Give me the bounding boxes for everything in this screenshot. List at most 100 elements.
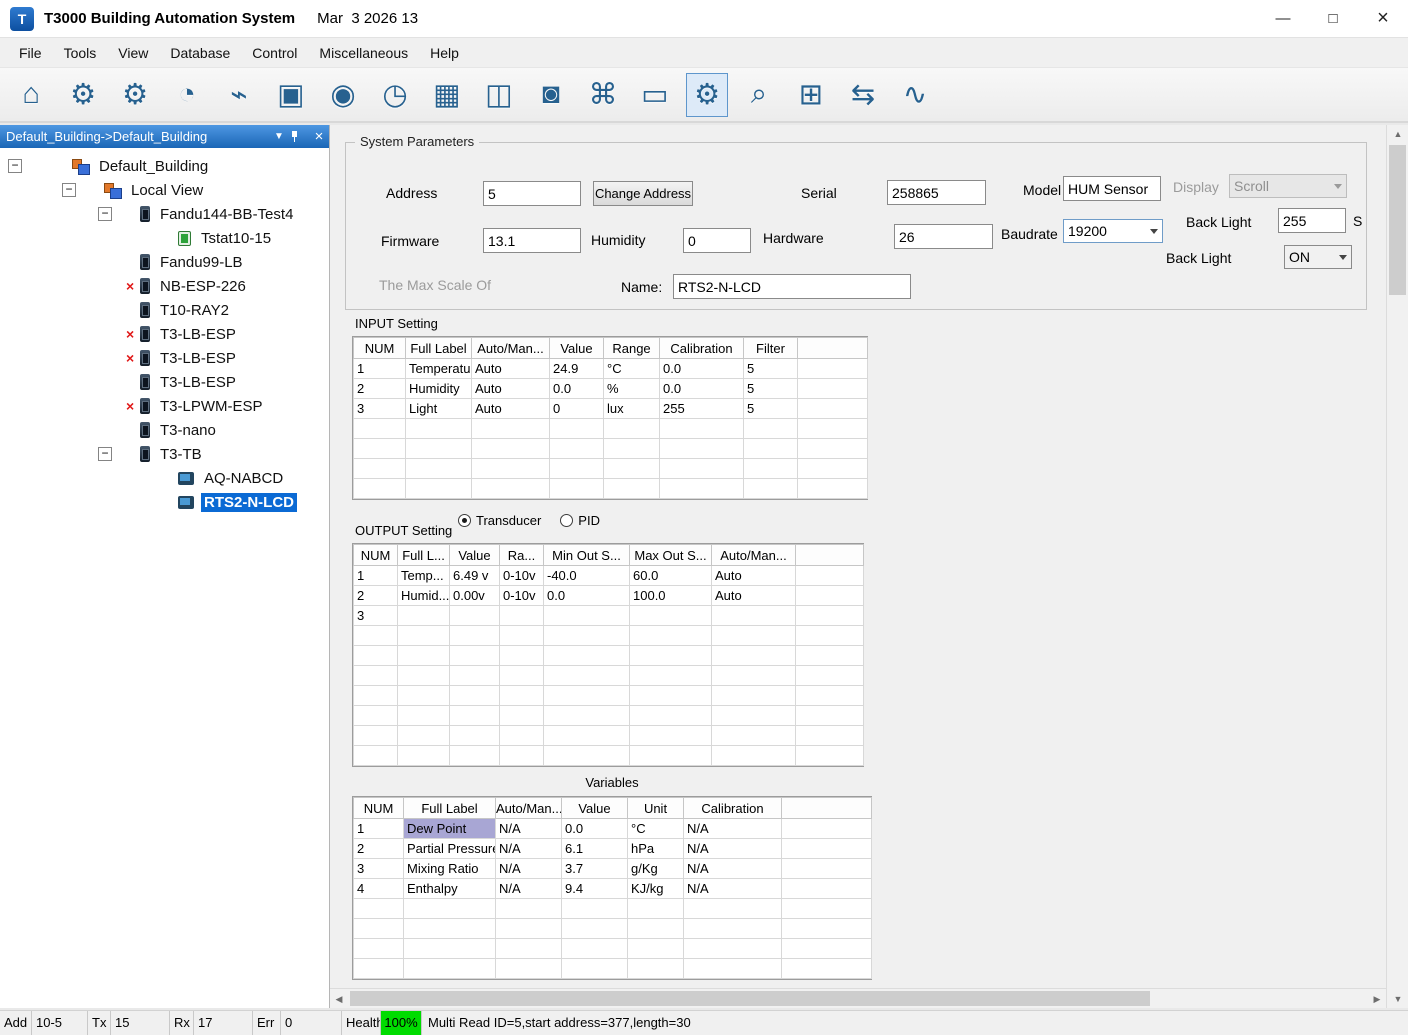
table-cell[interactable] bbox=[660, 459, 744, 479]
table-cell[interactable] bbox=[798, 379, 868, 399]
tree-item-device[interactable]: T3-nano bbox=[0, 418, 329, 442]
clock-icon[interactable]: ◷ bbox=[374, 73, 416, 117]
table-cell[interactable] bbox=[472, 459, 550, 479]
tree-item-subdevice[interactable]: AQ-NABCD bbox=[0, 466, 329, 490]
table-cell[interactable]: g/Kg bbox=[628, 859, 684, 879]
table-cell[interactable] bbox=[550, 479, 604, 499]
table-cell[interactable]: 0 bbox=[550, 399, 604, 419]
table-cell[interactable] bbox=[500, 706, 544, 726]
table-cell[interactable]: 1 bbox=[354, 359, 406, 379]
table-cell[interactable] bbox=[630, 646, 712, 666]
menu-help[interactable]: Help bbox=[419, 38, 470, 68]
column-header[interactable]: Full Label bbox=[404, 798, 496, 819]
column-header[interactable]: Value bbox=[562, 798, 628, 819]
table-cell[interactable] bbox=[472, 419, 550, 439]
address-input[interactable] bbox=[483, 181, 581, 206]
table-cell[interactable]: Enthalpy bbox=[404, 879, 496, 899]
io-module-icon[interactable]: ▣ bbox=[270, 73, 312, 117]
backlight-input[interactable] bbox=[1278, 208, 1346, 233]
table-cell[interactable]: 2 bbox=[354, 839, 404, 859]
table-cell[interactable] bbox=[398, 706, 450, 726]
menu-control[interactable]: Control bbox=[241, 38, 308, 68]
transducer-radio[interactable] bbox=[458, 514, 471, 527]
table-cell[interactable] bbox=[628, 939, 684, 959]
table-cell[interactable] bbox=[354, 439, 406, 459]
table-cell[interactable] bbox=[796, 726, 864, 746]
table-cell[interactable]: Auto bbox=[712, 566, 796, 586]
table-cell[interactable] bbox=[398, 626, 450, 646]
table-cell[interactable] bbox=[496, 919, 562, 939]
table-cell[interactable]: °C bbox=[628, 819, 684, 839]
table-cell[interactable] bbox=[796, 606, 864, 626]
table-cell[interactable]: N/A bbox=[496, 879, 562, 899]
table-cell[interactable]: 5 bbox=[744, 359, 798, 379]
column-header[interactable]: Range bbox=[604, 338, 660, 359]
config-gear-icon[interactable]: ⚙ bbox=[686, 73, 728, 117]
table-cell[interactable] bbox=[798, 399, 868, 419]
schedule-icon[interactable]: ▦ bbox=[426, 73, 468, 117]
table-cell[interactable] bbox=[354, 459, 406, 479]
tree-item-subdevice-selected[interactable]: RTS2-N-LCD bbox=[0, 490, 329, 514]
minimize-button[interactable]: — bbox=[1258, 0, 1308, 38]
table-cell[interactable] bbox=[500, 686, 544, 706]
lens-icon[interactable]: ◉ bbox=[322, 73, 364, 117]
pid-radio[interactable] bbox=[560, 514, 573, 527]
table-cell[interactable] bbox=[398, 726, 450, 746]
table-cell[interactable] bbox=[544, 686, 630, 706]
table-cell[interactable]: 0.0 bbox=[660, 359, 744, 379]
table-cell[interactable] bbox=[354, 646, 398, 666]
table-cell[interactable] bbox=[712, 606, 796, 626]
table-cell[interactable]: 24.9 bbox=[550, 359, 604, 379]
table-cell[interactable]: Temperature bbox=[406, 359, 472, 379]
table-cell[interactable] bbox=[712, 666, 796, 686]
menu-miscellaneous[interactable]: Miscellaneous bbox=[308, 38, 419, 68]
menu-view[interactable]: View bbox=[107, 38, 159, 68]
table-cell[interactable]: 2 bbox=[354, 586, 398, 606]
table-cell[interactable] bbox=[684, 919, 782, 939]
tree-item-device[interactable]: × T3-LB-ESP bbox=[0, 322, 329, 346]
table-cell[interactable] bbox=[796, 566, 864, 586]
table-cell[interactable] bbox=[782, 919, 872, 939]
table-cell[interactable]: 0-10v bbox=[500, 586, 544, 606]
table-cell[interactable] bbox=[796, 586, 864, 606]
table-cell[interactable]: 5 bbox=[744, 399, 798, 419]
column-header[interactable] bbox=[796, 545, 864, 566]
table-cell[interactable]: N/A bbox=[684, 839, 782, 859]
search-icon[interactable]: ⌕ bbox=[738, 73, 780, 117]
table-cell[interactable] bbox=[544, 706, 630, 726]
table-cell[interactable] bbox=[544, 606, 630, 626]
table-cell[interactable] bbox=[782, 939, 872, 959]
menu-file[interactable]: File bbox=[8, 38, 53, 68]
table-cell[interactable] bbox=[500, 626, 544, 646]
horizontal-scrollbar[interactable]: ◀ ▶ bbox=[330, 988, 1386, 1008]
table-cell[interactable] bbox=[796, 746, 864, 766]
table-cell[interactable] bbox=[798, 359, 868, 379]
table-cell[interactable] bbox=[684, 899, 782, 919]
column-header[interactable]: Value bbox=[550, 338, 604, 359]
table-cell[interactable] bbox=[782, 819, 872, 839]
table-cell[interactable]: N/A bbox=[496, 859, 562, 879]
table-cell[interactable] bbox=[796, 626, 864, 646]
table-cell[interactable]: 5 bbox=[744, 379, 798, 399]
table-cell[interactable] bbox=[712, 706, 796, 726]
table-cell[interactable] bbox=[404, 959, 496, 979]
table-cell[interactable] bbox=[544, 666, 630, 686]
column-header[interactable]: Calibration bbox=[660, 338, 744, 359]
table-cell[interactable] bbox=[798, 439, 868, 459]
vertical-scroll-thumb[interactable] bbox=[1389, 145, 1406, 295]
table-cell[interactable] bbox=[562, 899, 628, 919]
table-cell[interactable]: Partial Pressure bbox=[404, 839, 496, 859]
horizontal-scroll-thumb[interactable] bbox=[350, 991, 1150, 1006]
alarm-icon[interactable]: ◙ bbox=[530, 73, 572, 117]
tree-item-default-building[interactable]: − Default_Building bbox=[0, 154, 329, 178]
close-panel-icon[interactable]: × bbox=[309, 128, 329, 145]
table-cell[interactable] bbox=[628, 919, 684, 939]
column-header[interactable]: Auto/Man... bbox=[472, 338, 550, 359]
table-cell[interactable] bbox=[472, 479, 550, 499]
system-gear-icon[interactable]: ⚙ bbox=[114, 73, 156, 117]
table-cell[interactable] bbox=[744, 419, 798, 439]
plug-icon[interactable]: ⌁ bbox=[218, 73, 260, 117]
table-cell[interactable] bbox=[660, 419, 744, 439]
collapse-icon[interactable]: − bbox=[62, 183, 76, 197]
table-cell[interactable] bbox=[630, 726, 712, 746]
